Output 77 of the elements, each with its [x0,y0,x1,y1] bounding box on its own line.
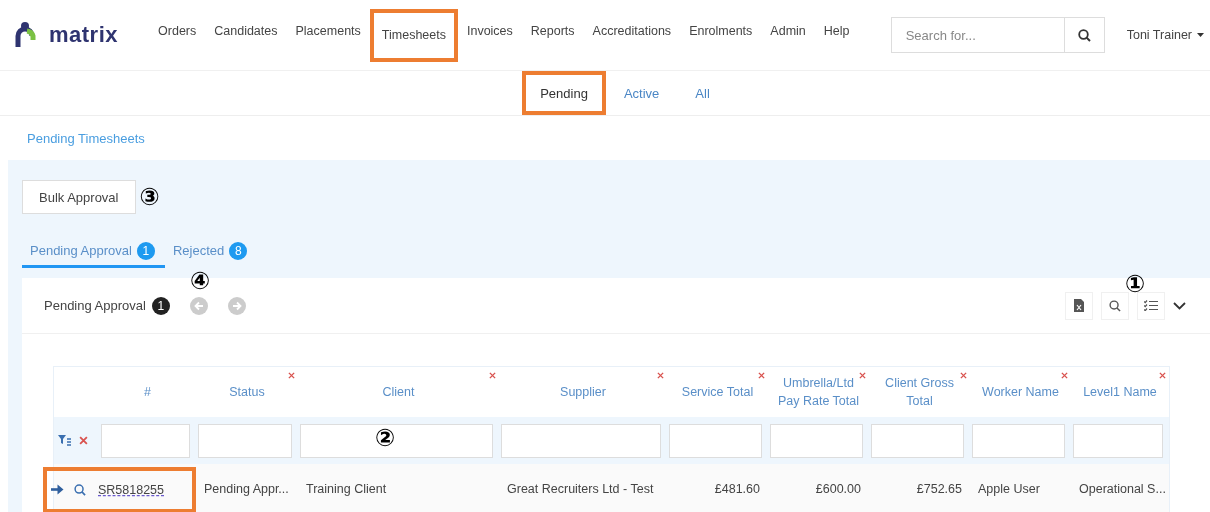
search-icon [1109,299,1121,312]
subnav-tab[interactable]: Pending [522,71,606,115]
nav-link[interactable]: Placements [286,8,370,54]
search-button[interactable] [1064,17,1105,53]
arrow-left-icon [193,300,204,311]
subnav-tab[interactable]: Active [605,71,678,115]
timesheet-link[interactable]: SR5818255 [98,482,165,497]
filter-field[interactable] [972,423,1065,458]
export-excel-button[interactable] [1065,291,1093,320]
column-header[interactable]: Status [229,382,265,402]
filter-field[interactable] [1073,423,1163,458]
spreadsheet-file-icon [1074,299,1084,312]
arrow-right-icon[interactable] [51,484,64,495]
subnav-tab[interactable]: All [677,71,728,115]
table-cell-text: £600.00 [814,481,862,496]
column-header[interactable]: # [144,382,151,402]
count-badge: 1 [151,296,170,315]
table-cell-text: Great Recruiters Ltd - Test [506,481,655,496]
filter-field[interactable] [770,423,863,458]
bulk-approval-button[interactable]: Bulk Approval [22,180,136,214]
remove-icon[interactable] [859,372,866,379]
search-field[interactable]: Search for... [890,17,1065,53]
column-header[interactable]: Supplier [560,382,606,402]
search-icon[interactable] [74,483,86,496]
filter-field[interactable] [501,423,661,458]
user-menu[interactable]: Toni Trainer [1126,28,1192,42]
search-icon [1077,28,1091,42]
count-badge: 1 [136,241,155,260]
filter-field[interactable] [871,423,964,458]
nav-link[interactable]: Orders [149,8,206,54]
remove-icon[interactable] [758,372,765,379]
nav-link[interactable]: Reports [521,8,584,54]
remove-icon[interactable] [657,372,664,379]
filter-field[interactable] [669,423,762,458]
arrow-right-icon [231,300,242,311]
remove-icon[interactable] [79,436,88,445]
column-header[interactable]: Service Total [681,382,754,402]
filter-field[interactable] [300,423,493,458]
nav-link[interactable]: Admin [761,8,815,54]
callout-number: ③ [139,185,160,209]
remove-icon[interactable] [1159,372,1166,379]
column-chooser-button[interactable] [1137,291,1165,320]
remove-icon[interactable] [288,372,295,379]
table-cell-text: Pending Appr... [203,481,290,496]
nav-link[interactable]: Candidates [205,8,287,54]
callout-number: ④ [190,269,211,293]
nav-link[interactable]: Invoices [457,8,522,54]
callout-number: ① [1125,271,1146,296]
table-cell-text: Apple User [977,481,1041,496]
filter-field[interactable] [198,423,292,458]
grid-title: Pending Approval [44,298,146,313]
caret-icon [1197,33,1204,37]
column-header[interactable]: Worker Name [982,382,1059,402]
remove-icon[interactable] [960,372,967,379]
nav-link[interactable]: Help [814,8,859,54]
count-badge: 8 [229,241,248,260]
logo-text: matrix [49,22,119,48]
filter-field[interactable] [101,423,190,458]
chevron-down-icon[interactable] [1173,301,1186,310]
nav-link[interactable]: Enrolments [680,8,762,54]
remove-icon[interactable] [1061,372,1068,379]
filter-icon[interactable] [58,435,71,446]
table-cell-text: £481.60 [713,481,761,496]
search-button[interactable] [1101,291,1129,320]
table-cell-text: Training Client [305,481,388,496]
column-header[interactable]: Client Gross Total [878,373,961,411]
nav-link[interactable]: Accreditations [583,8,681,54]
remove-icon[interactable] [489,372,496,379]
column-header[interactable]: Level1 Name [1083,382,1157,402]
column-header[interactable]: Client [382,382,415,402]
logo-icon [15,22,37,48]
callout-number: ② [375,426,396,450]
table-cell-text: Operational S... [1078,481,1167,496]
table-cell-text: £752.65 [915,481,963,496]
nav-link[interactable]: Timesheets [369,8,458,62]
column-header[interactable]: Umbrella/Ltd Pay Rate Total [777,373,860,411]
checklist-icon [1144,300,1158,311]
